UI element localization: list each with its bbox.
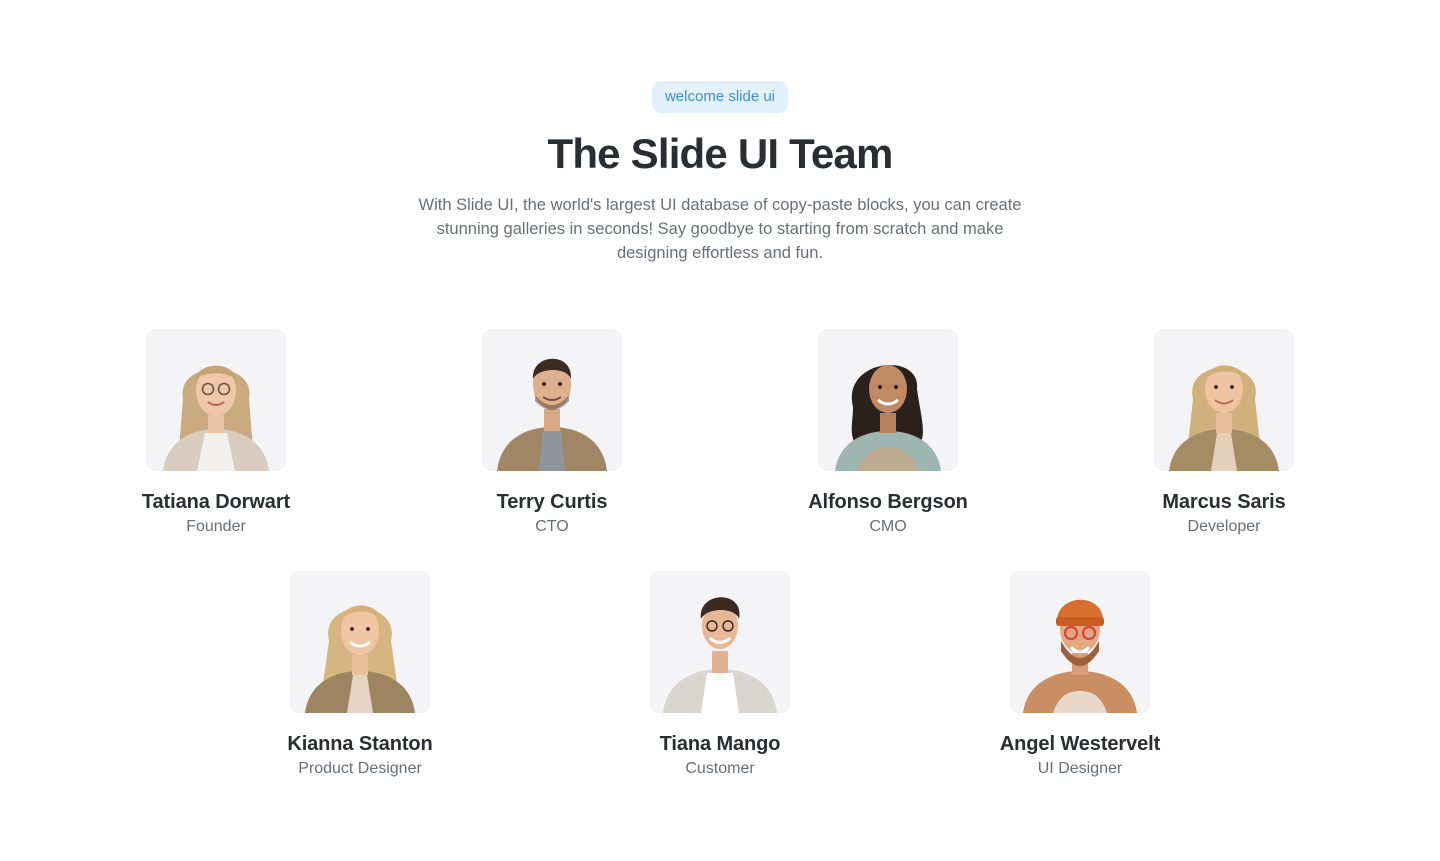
team-member-card: Terry Curtis CTO — [432, 329, 672, 537]
team-member-card: Kianna Stanton Product Designer — [240, 571, 480, 779]
member-name: Tiana Mango — [659, 733, 781, 755]
avatar — [817, 329, 959, 471]
welcome-badge: welcome slide ui — [652, 81, 788, 113]
avatar-photo-icon — [649, 571, 791, 713]
avatar-photo-icon — [145, 329, 287, 471]
member-name: Kianna Stanton — [287, 733, 433, 755]
avatar — [649, 571, 791, 713]
member-role: Developer — [1187, 518, 1261, 535]
avatar — [481, 329, 623, 471]
team-member-card: Angel Westervelt UI Designer — [960, 571, 1200, 779]
page-title: The Slide UI Team — [547, 130, 893, 177]
avatar — [1153, 329, 1295, 471]
member-role: Founder — [186, 518, 246, 535]
avatar — [1009, 571, 1151, 713]
team-member-card: Alfonso Bergson CMO — [768, 329, 1008, 537]
avatar-photo-icon — [1009, 571, 1151, 713]
member-name: Tatiana Dorwart — [141, 491, 291, 513]
avatar-photo-icon — [817, 329, 959, 471]
member-name: Angel Westervelt — [999, 733, 1161, 755]
team-member-card: Tatiana Dorwart Founder — [96, 329, 336, 537]
member-role: Product Designer — [298, 760, 422, 777]
member-role: Customer — [685, 760, 755, 777]
avatar-photo-icon — [289, 571, 431, 713]
member-role: CTO — [535, 518, 569, 535]
avatar-photo-icon — [1153, 329, 1295, 471]
avatar — [145, 329, 287, 471]
team-member-card: Marcus Saris Developer — [1104, 329, 1344, 537]
member-role: UI Designer — [1037, 760, 1123, 777]
member-name: Terry Curtis — [496, 491, 608, 513]
page-description: With Slide UI, the world's largest UI da… — [418, 196, 1022, 262]
member-name: Marcus Saris — [1162, 491, 1286, 513]
team-member-card: Tiana Mango Customer — [600, 571, 840, 779]
member-name: Alfonso Bergson — [808, 491, 968, 513]
avatar-photo-icon — [481, 329, 623, 471]
avatar — [289, 571, 431, 713]
member-role: CMO — [869, 518, 907, 535]
